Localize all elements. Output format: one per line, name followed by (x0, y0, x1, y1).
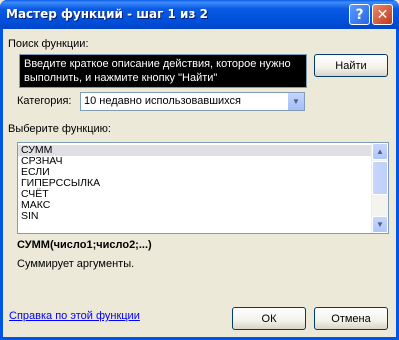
function-list-item[interactable]: ГИПЕРССЫЛКА (18, 178, 372, 189)
window-title: Мастер функций - шаг 1 из 2 (6, 7, 208, 21)
ok-button[interactable]: ОК (232, 307, 306, 330)
cancel-button[interactable]: Отмена (314, 307, 388, 330)
function-signature: СУММ(число1;число2;...) (17, 239, 152, 251)
title-bar[interactable]: Мастер функций - шаг 1 из 2 ? ✕ (0, 0, 399, 29)
function-help-link[interactable]: Справка по этой функции (9, 310, 140, 322)
category-selected-value: 10 недавно использовавшихся (84, 95, 242, 107)
function-list-label: Выберите функцию: (8, 123, 111, 135)
vertical-scrollbar[interactable]: ▲ ▼ (371, 143, 388, 233)
find-button-label: Найти (335, 59, 367, 72)
dialog-body: Поиск функции: Введите краткое описание … (3, 29, 396, 337)
function-list-item[interactable]: СЧЁТ (18, 189, 372, 200)
function-list-item[interactable]: МАКС (18, 200, 372, 211)
close-button[interactable]: ✕ (372, 4, 393, 25)
function-list: СУММ СРЗНАЧ ЕСЛИ ГИПЕРССЫЛКА СЧЁТ МАКС SIN (18, 145, 372, 222)
chevron-down-icon[interactable]: ▼ (287, 93, 304, 110)
category-label: Категория: (17, 95, 72, 107)
search-label: Поиск функции: (8, 38, 89, 50)
function-list-item[interactable]: SIN (18, 211, 372, 222)
scroll-down-icon[interactable]: ▼ (372, 216, 388, 233)
function-listbox[interactable]: СУММ СРЗНАЧ ЕСЛИ ГИПЕРССЫЛКА СЧЁТ МАКС SIN ▲ ▼ (17, 142, 389, 234)
category-select[interactable]: 10 недавно использовавшихся ▼ (80, 92, 305, 111)
ok-button-label: ОК (261, 312, 277, 325)
cancel-button-label: Отмена (331, 312, 371, 325)
function-description: Суммирует аргументы. (17, 258, 135, 270)
function-list-item[interactable]: СРЗНАЧ (18, 156, 372, 167)
dialog-window: Мастер функций - шаг 1 из 2 ? ✕ Поиск фу… (0, 0, 399, 340)
help-button[interactable]: ? (349, 4, 370, 25)
search-input[interactable]: Введите краткое описание действия, котор… (19, 54, 307, 88)
scroll-up-icon[interactable]: ▲ (372, 143, 388, 160)
find-button[interactable]: Найти (314, 54, 388, 77)
function-list-item[interactable]: СУММ (18, 145, 372, 156)
scroll-thumb[interactable] (372, 161, 388, 195)
